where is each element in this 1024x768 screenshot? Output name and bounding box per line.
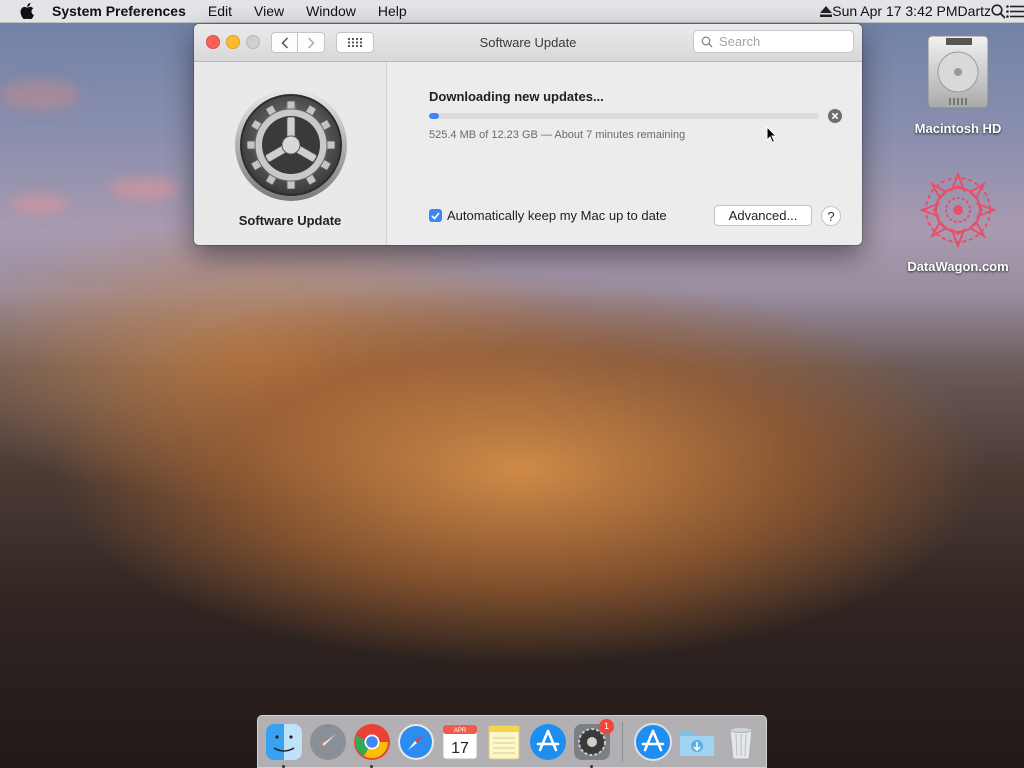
dock-applications-folder[interactable] [633,722,673,762]
calendar-day: 17 [451,740,469,757]
help-button[interactable]: ? [821,206,841,226]
calendar-icon: APR 17 [442,724,478,759]
software-update-gear-icon [235,89,347,201]
dock-calendar[interactable]: APR 17 [440,722,480,762]
download-detail: 525.4 MB of 12.23 GB — About 7 minutes r… [429,129,686,141]
launchpad-rocket-icon [310,723,346,760]
menu-clock[interactable]: Sun Apr 17 3:42 PM [832,3,957,19]
menu-app-name[interactable]: System Preferences [52,3,186,19]
menu-user[interactable]: Dartz [958,3,991,19]
auto-update-checkbox-row[interactable]: Automatically keep my Mac up to date [429,208,667,223]
sidebar-label: Software Update [238,213,342,228]
notification-center-icon[interactable] [1006,4,1024,18]
progress-fill [429,113,439,119]
eject-icon[interactable] [820,5,833,17]
dock-chrome[interactable] [352,722,392,768]
wallpaper-cloud [10,195,70,213]
dock-separator [622,721,623,762]
cancel-download-icon[interactable] [828,109,842,123]
update-badge: 1 [599,718,614,734]
app-store-icon [530,723,566,760]
dock: APR 17 1 [257,715,767,768]
checkmark-icon [431,211,440,220]
downloads-folder-icon [680,731,714,756]
mandala-logo-icon [919,171,997,249]
menu-help[interactable]: Help [378,3,407,19]
menu-window[interactable]: Window [306,3,356,19]
dock-safari[interactable] [396,722,436,762]
dock-system-preferences[interactable]: 1 [572,718,614,768]
title-bar[interactable]: Software Update Search [194,24,862,62]
dock-trash[interactable] [721,722,761,762]
running-indicator [370,764,373,768]
trash-icon [729,726,753,759]
apple-menu-icon[interactable] [20,3,34,19]
desktop-icon-label: Macintosh HD [914,121,1002,136]
desktop-icon-macintosh-hd[interactable]: Macintosh HD [903,32,1013,136]
spotlight-search-icon[interactable] [991,3,1006,19]
desktop-icon-label: DataWagon.com [907,259,1009,274]
pane-sidebar: Software Update [194,62,387,245]
safari-compass-icon [398,723,434,760]
menu-bar: System Preferences Edit View Window Help… [0,0,1024,23]
dock-notes[interactable] [484,722,524,762]
finder-icon [266,723,302,760]
software-update-window: Software Update Search Software Update D… [194,24,862,245]
auto-update-label[interactable]: Automatically keep my Mac up to date [447,208,667,223]
applications-stack-icon [634,722,672,761]
wallpaper-cloud [0,80,80,110]
running-indicator [590,764,593,768]
running-indicator [282,764,285,768]
mouse-cursor-icon [766,126,778,144]
dock-downloads-folder[interactable] [677,722,717,762]
search-field[interactable]: Search [693,30,854,53]
dock-launchpad[interactable] [308,722,348,762]
wallpaper-cloud [110,178,180,200]
chrome-icon [354,723,390,760]
auto-update-checkbox[interactable] [429,209,442,222]
notes-icon [488,725,520,759]
download-progress-bar [429,113,819,119]
advanced-button[interactable]: Advanced... [714,205,812,226]
calendar-month: APR [454,728,467,734]
menu-view[interactable]: View [254,3,284,19]
dock-app-store[interactable] [528,722,568,762]
desktop-icon-datawagon[interactable]: DataWagon.com [903,170,1013,274]
menu-edit[interactable]: Edit [208,3,232,19]
download-status: Downloading new updates... [429,89,604,104]
search-placeholder: Search [719,34,761,49]
dock-finder[interactable] [264,722,304,768]
hard-drive-icon [927,35,989,109]
search-icon [701,36,713,47]
